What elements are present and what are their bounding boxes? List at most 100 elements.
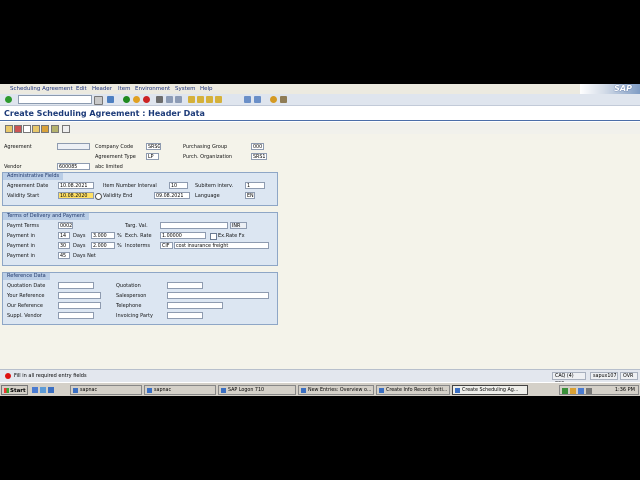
conditions-icon[interactable] [32, 125, 40, 133]
paymt-terms-field[interactable]: 0002 [58, 222, 73, 229]
header-details-icon[interactable] [5, 125, 13, 133]
quicklaunch-explorer-icon[interactable] [48, 387, 54, 393]
insert-mode[interactable]: OVR [620, 372, 638, 380]
validity-end-field[interactable]: 09.08.2021 [154, 192, 190, 199]
menu-header[interactable]: Header [92, 86, 112, 92]
print-icon[interactable] [156, 96, 163, 103]
payment-in-label-2: Payment in [7, 243, 36, 249]
payment-days-2[interactable]: 30 [58, 242, 70, 249]
task-new-entries[interactable]: New Entries: Overview o... [298, 385, 374, 395]
cancel-icon[interactable] [143, 96, 150, 103]
payment-days-1[interactable]: 14 [58, 232, 70, 239]
find-next-icon[interactable] [175, 96, 182, 103]
application-toolbar [0, 122, 640, 134]
layout-icon[interactable] [280, 96, 287, 103]
enter-icon[interactable] [5, 96, 12, 103]
next-page-icon[interactable] [206, 96, 213, 103]
invoicing-party-field[interactable] [167, 312, 203, 319]
company-code-label: Company Code [95, 144, 134, 150]
tray-app-icon[interactable] [578, 388, 584, 394]
menu-environment[interactable]: Environment [135, 86, 170, 92]
agreement-label: Agreement [4, 144, 32, 150]
exit-icon[interactable] [133, 96, 140, 103]
ex-rate-fx-checkbox[interactable] [210, 233, 217, 240]
task-sap-logon[interactable]: SAP Logon 710 [218, 385, 296, 395]
our-reference-field[interactable] [58, 302, 101, 309]
address-icon[interactable] [41, 125, 49, 133]
quicklaunch-desktop-icon[interactable] [40, 387, 46, 393]
quicklaunch-ie-icon[interactable] [32, 387, 38, 393]
last-page-icon[interactable] [215, 96, 222, 103]
first-page-icon[interactable] [188, 96, 195, 103]
task-label: sapnac [80, 388, 98, 393]
window-icon [301, 388, 306, 393]
terms-group-title: Terms of Delivery and Payment [3, 213, 89, 220]
agreement-type-field[interactable]: LP [146, 153, 159, 160]
partners-icon[interactable] [14, 125, 22, 133]
agreement-date-field[interactable]: 10.08.2021 [58, 182, 94, 189]
shortcut-icon[interactable] [254, 96, 261, 103]
pct-sign-1: % [117, 233, 122, 239]
menu-system[interactable]: System [175, 86, 196, 92]
your-reference-label: Your Reference [7, 293, 45, 299]
incoterms-code-field[interactable]: CIF [160, 242, 173, 249]
prev-page-icon[interactable] [197, 96, 204, 103]
item-interval-field[interactable]: 10 [169, 182, 188, 189]
menu-help[interactable]: Help [200, 86, 213, 92]
your-reference-field[interactable] [58, 292, 101, 299]
purch-org-field[interactable]: SRS1 [251, 153, 267, 160]
system-info[interactable]: CAQ (4) 800 [552, 372, 586, 387]
incoterms-text-field[interactable]: cost insurance freight [174, 242, 269, 249]
reference-data-group: Reference Data Quotation Date Quotation … [2, 272, 278, 325]
exch-rate-field[interactable]: 1.00000 [160, 232, 206, 239]
payment-pct-2[interactable]: 2.000 [91, 242, 115, 249]
start-button[interactable]: Start [1, 385, 28, 395]
new-session-icon[interactable] [244, 96, 251, 103]
purchasing-group-field[interactable]: 000 [251, 143, 264, 150]
payment-days-3[interactable]: 45 [58, 252, 70, 259]
back-icon[interactable] [123, 96, 130, 103]
calendar-icon[interactable] [95, 193, 102, 200]
language-field[interactable]: EN [245, 192, 255, 199]
help-icon[interactable] [270, 96, 277, 103]
subitem-interval-field[interactable]: 1 [245, 182, 265, 189]
task-sapnac-2[interactable]: sapnac [144, 385, 216, 395]
menu-scheduling-agreement[interactable]: Scheduling Agreement [10, 86, 73, 92]
vendor-name: abc limited [95, 164, 123, 170]
menu-bar: Scheduling Agreement Edit Header Item En… [0, 84, 640, 98]
task-label: Create Scheduling Ag... [462, 388, 519, 393]
texts-icon[interactable] [23, 125, 31, 133]
company-code-field[interactable]: SRSG [146, 143, 161, 150]
agreement-field[interactable] [57, 143, 90, 150]
task-sapnac-1[interactable]: sapnac [70, 385, 142, 395]
suppl-vendor-field[interactable] [58, 312, 94, 319]
window-icon [379, 388, 384, 393]
payment-pct-1[interactable]: 3.000 [91, 232, 115, 239]
days-net-label: Days Net [73, 253, 96, 259]
telephone-field[interactable] [167, 302, 223, 309]
vendor-field[interactable]: 600085 [57, 163, 90, 170]
volume-icon[interactable] [570, 388, 576, 394]
command-field[interactable] [18, 95, 92, 104]
quotation-field[interactable] [167, 282, 203, 289]
task-create-info-record[interactable]: Create Info Record: Initi... [376, 385, 450, 395]
dropdown-icon[interactable] [94, 96, 103, 105]
menu-edit[interactable]: Edit [76, 86, 87, 92]
task-label: sapnac [154, 388, 172, 393]
find-icon[interactable] [166, 96, 173, 103]
task-create-scheduling-agreement[interactable]: Create Scheduling Ag... [452, 385, 528, 395]
save-icon[interactable] [107, 96, 114, 103]
menu-item[interactable]: Item [118, 86, 131, 92]
validity-start-field[interactable]: 10.08.2020 [58, 192, 94, 199]
system-tray: 1:36 PM [559, 385, 639, 395]
items-overview-icon[interactable] [62, 125, 70, 133]
paymt-terms-label: Paymt Terms [7, 223, 39, 229]
tray-app-icon-2[interactable] [586, 388, 592, 394]
targ-val-field[interactable] [160, 222, 228, 229]
org-data-icon[interactable] [51, 125, 59, 133]
network-icon[interactable] [562, 388, 568, 394]
quotation-date-field[interactable] [58, 282, 94, 289]
salesperson-field[interactable] [167, 292, 269, 299]
sap-window: Scheduling Agreement Edit Header Item En… [0, 84, 640, 396]
salesperson-label: Salesperson [116, 293, 147, 299]
